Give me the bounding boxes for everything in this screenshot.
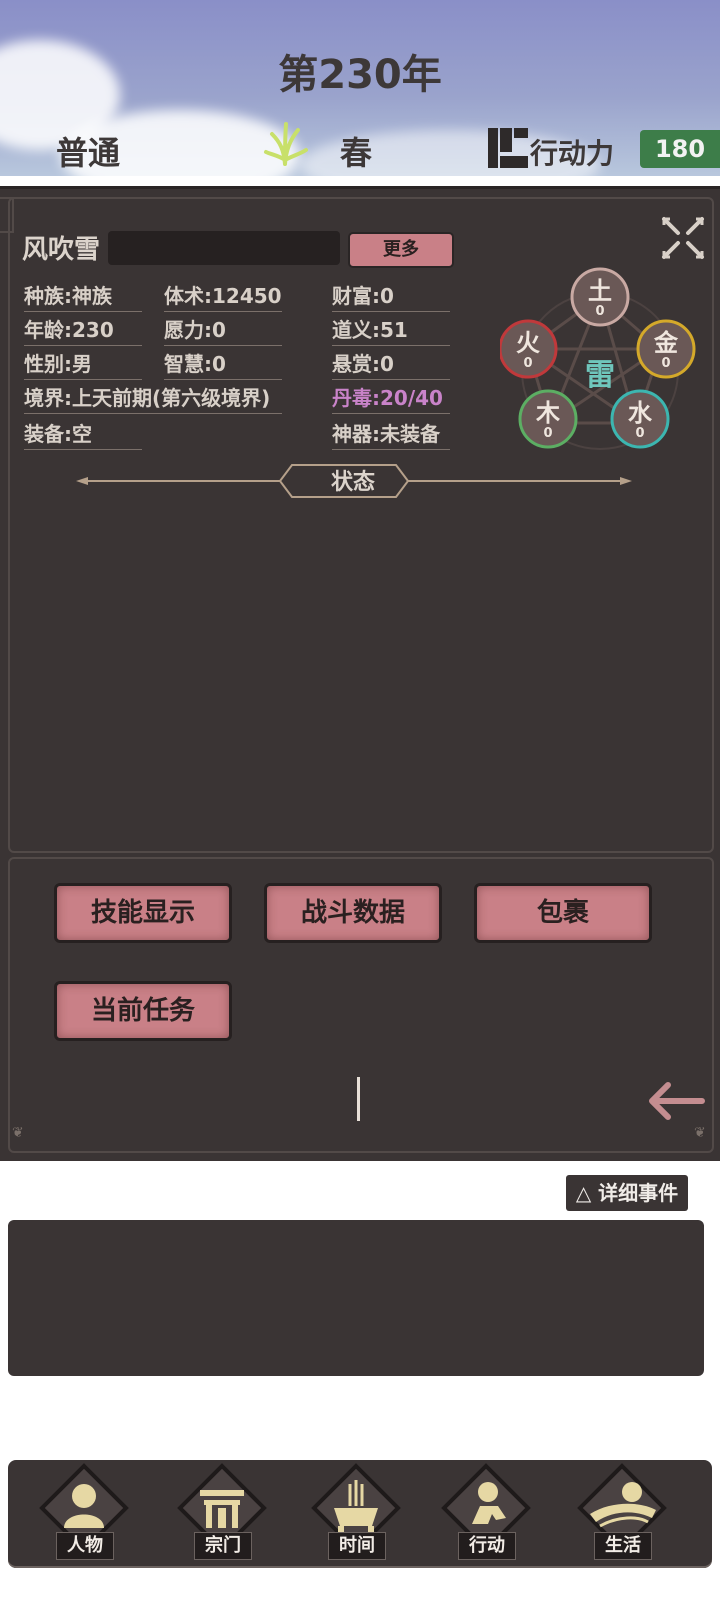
action-points-label: 行动力: [530, 137, 615, 170]
svg-text:0: 0: [523, 356, 532, 371]
stat-wisdom: 智慧:0: [164, 349, 282, 380]
back-arrow-icon[interactable]: [646, 1079, 706, 1123]
stat-equipment: 装备:空: [24, 419, 142, 450]
stat-gender: 性别:男: [24, 349, 142, 380]
close-icon[interactable]: [660, 215, 706, 261]
top-header: 第230年 普通 春 行动力 180: [0, 0, 720, 176]
skills-display-button[interactable]: 技能显示: [54, 883, 232, 943]
stat-age: 年龄:230: [24, 315, 142, 346]
stat-bounty: 悬赏:0: [332, 349, 450, 380]
stat-body: 体术:12450: [164, 281, 282, 312]
stat-artifact: 神器:未装备: [332, 419, 450, 450]
nav-life-label: 生活: [594, 1532, 652, 1560]
svg-text:火: 火: [516, 329, 540, 357]
element-fire: 火 0: [500, 319, 558, 379]
element-metal: 金 0: [636, 319, 696, 379]
event-log-box: [8, 1220, 704, 1376]
nav-time[interactable]: 时间: [306, 1462, 406, 1566]
stat-wealth: 财富:0: [332, 281, 450, 312]
five-elements-diagram: 雷 土 0 火 0 金 0 木 0 水 0: [500, 267, 696, 450]
year-display: 第230年: [278, 52, 442, 98]
element-wood: 木 0: [518, 389, 578, 449]
scroll-indicator: [357, 1077, 360, 1121]
svg-text:0: 0: [661, 356, 670, 371]
corner-ornament: ❦: [12, 1125, 24, 1141]
svg-text:0: 0: [635, 426, 644, 441]
element-earth: 土 0: [570, 267, 630, 327]
stat-realm: 境界:上天前期(第六级境界): [24, 383, 282, 414]
nav-action[interactable]: 行动: [436, 1462, 536, 1566]
nav-sect[interactable]: 宗门: [172, 1462, 272, 1566]
svg-text:土: 土: [588, 277, 612, 305]
character-name: 风吹雪: [22, 235, 101, 265]
difficulty-label: 普通: [56, 134, 121, 172]
character-panel: 风吹雪 更多 种族:神族 年龄:230 性别:男 境界:上天前期(第六级境界) …: [0, 186, 720, 1161]
nav-action-label: 行动: [458, 1532, 516, 1560]
current-quest-button[interactable]: 当前任务: [54, 981, 232, 1041]
svg-text:0: 0: [595, 304, 604, 319]
stat-race: 种族:神族: [24, 281, 142, 312]
bag-button[interactable]: 包裹: [474, 883, 652, 943]
spring-plant-icon: [264, 122, 308, 166]
stat-righteousness: 道义:51: [332, 315, 450, 346]
nav-time-label: 时间: [328, 1532, 386, 1560]
nav-person-label: 人物: [56, 1532, 114, 1560]
detail-events-button[interactable]: △ 详细事件: [566, 1175, 688, 1211]
status-title: 状态: [330, 470, 375, 495]
bottom-nav: 人物 宗门 时间 行动 生活: [8, 1460, 712, 1568]
action-points-value: 180: [640, 130, 720, 168]
action-points-icon: [488, 128, 528, 168]
svg-text:0: 0: [543, 426, 552, 441]
nav-life[interactable]: 生活: [572, 1462, 672, 1566]
svg-text:金: 金: [653, 329, 679, 357]
season-label: 春: [340, 134, 373, 172]
title-bar: [108, 231, 340, 265]
more-button[interactable]: 更多: [348, 232, 454, 268]
nav-person[interactable]: 人物: [34, 1462, 134, 1566]
stat-pill-toxicity: 丹毒:20/40: [332, 383, 450, 414]
panel-edge-tab: [0, 197, 14, 233]
stat-will: 愿力:0: [164, 315, 282, 346]
svg-text:木: 木: [535, 399, 561, 427]
nav-sect-label: 宗门: [194, 1532, 252, 1560]
corner-ornament: ❦: [694, 1125, 706, 1141]
battle-data-button[interactable]: 战斗数据: [264, 883, 442, 943]
center-element-thunder: 雷: [585, 358, 615, 393]
svg-text:水: 水: [628, 399, 653, 427]
element-water: 水 0: [610, 389, 670, 449]
